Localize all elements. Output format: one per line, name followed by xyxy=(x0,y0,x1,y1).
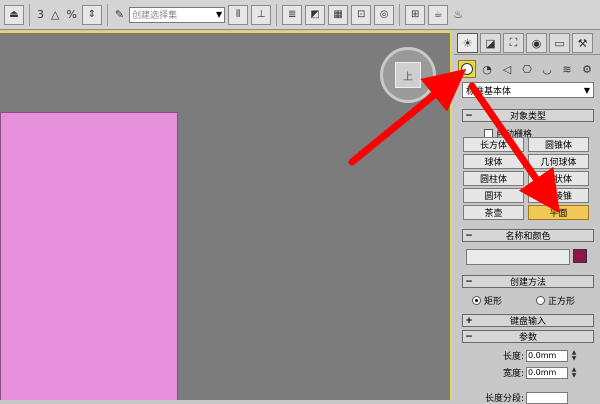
cylinder-button[interactable]: 圆柱体 xyxy=(463,171,524,186)
length-segs-input[interactable] xyxy=(526,391,568,404)
object-type-rollout-header[interactable]: − 对象类型 xyxy=(462,109,594,122)
cameras-icon[interactable]: ⎔ xyxy=(518,60,536,78)
chevron-down-icon: ▼ xyxy=(215,10,223,19)
shapes-icon[interactable]: ◔ xyxy=(478,60,496,78)
width-label: 宽度: xyxy=(502,369,524,379)
chevron-down-icon: ▼ xyxy=(583,85,590,95)
keyboard-entry-title: 键盘输入 xyxy=(509,317,546,327)
named-selection-text: 创建选择集 xyxy=(132,11,178,21)
pyramid-button[interactable]: 四棱锥 xyxy=(528,188,589,203)
teapot-button[interactable]: 茶壶 xyxy=(463,205,524,220)
spinner-snap-icon[interactable]: ⇕ xyxy=(81,4,102,25)
viewcube[interactable]: 上 xyxy=(380,47,436,103)
toolbar-separator xyxy=(106,3,108,26)
keyboard-entry-rollout-header[interactable]: + 键盘输入 xyxy=(462,314,594,327)
command-panel: ☀ ◪ ⛶ ◉ ▭ ⚒ ◔ ◁ ⎔ ◡ ≋ ⚙ 标准基本体 ▼ − 对象类型 自… xyxy=(454,31,600,404)
category-row: ◔ ◁ ⎔ ◡ ≋ ⚙ xyxy=(454,57,600,81)
motion-icon[interactable]: ◉ xyxy=(526,33,547,53)
plane-button[interactable]: 平面 xyxy=(528,205,589,220)
utilities-icon[interactable]: ⚒ xyxy=(572,33,593,53)
material-editor-icon[interactable]: ⊡ xyxy=(351,4,372,25)
top-viewport[interactable]: 上 xyxy=(0,31,452,400)
sphere-button[interactable]: 球体 xyxy=(463,154,524,169)
named-selection-dropdown[interactable]: 创建选择集 ▼ xyxy=(129,6,226,23)
layer-manager-icon[interactable]: ≣ xyxy=(282,4,303,25)
rectangle-radio[interactable]: 矩形 xyxy=(472,294,502,307)
length-segs-label: 长度分段: xyxy=(484,394,524,404)
creation-method-title: 创建方法 xyxy=(509,278,546,288)
hierarchy-icon[interactable]: ⛶ xyxy=(503,33,524,53)
lights-icon[interactable]: ◁ xyxy=(498,60,516,78)
object-category-value: 标准基本体 xyxy=(466,86,512,97)
expand-icon: + xyxy=(465,315,473,326)
helpers-icon[interactable]: ◡ xyxy=(538,60,556,78)
modify-icon[interactable]: ◪ xyxy=(480,33,501,53)
collapse-icon: − xyxy=(465,230,473,241)
spacewarps-icon[interactable]: ≋ xyxy=(558,60,576,78)
object-type-title: 对象类型 xyxy=(509,112,546,122)
percent-snap-icon[interactable]: % xyxy=(64,8,78,21)
toolbar-separator xyxy=(399,3,401,26)
rectangle-label: 矩形 xyxy=(484,297,503,307)
torus-button[interactable]: 圆环 xyxy=(463,188,524,203)
square-label: 正方形 xyxy=(548,297,576,307)
name-color-title: 名称和颜色 xyxy=(505,232,551,242)
main-toolbar: ⏏ 3 △ % ⇕ ✎ 创建选择集 ▼ ⫴ ⊥ ≣ ◩ ▦ ⊡ ◎ ⊞ ☕ ♨ xyxy=(0,0,600,30)
rendered-frame-icon[interactable]: ⊞ xyxy=(405,4,426,25)
select-object-icon[interactable]: ⏏ xyxy=(4,4,24,25)
length-row: 长度: 0.0mm ▲ ▼ xyxy=(484,349,578,362)
length-label: 长度: xyxy=(502,352,524,362)
cone-button[interactable]: 圆锥体 xyxy=(528,137,589,152)
viewcube-top-face[interactable]: 上 xyxy=(395,62,421,88)
create-icon[interactable]: ☀ xyxy=(457,33,478,53)
collapse-icon: − xyxy=(465,276,473,287)
systems-icon[interactable]: ⚙ xyxy=(578,60,596,78)
radio-icon xyxy=(536,296,545,305)
curve-editor-icon[interactable]: ◩ xyxy=(305,4,326,25)
display-icon[interactable]: ▭ xyxy=(549,33,570,53)
snap-3d-icon[interactable]: 3 xyxy=(35,8,46,21)
render-setup-icon[interactable]: ◎ xyxy=(374,4,395,25)
angle-snap-icon[interactable]: △ xyxy=(49,8,61,21)
name-color-rollout-header[interactable]: − 名称和颜色 xyxy=(462,229,594,242)
parameters-title: 参数 xyxy=(518,333,537,343)
render-iterative-icon[interactable]: ♨ xyxy=(451,8,465,21)
mirror-icon[interactable]: ⫴ xyxy=(228,4,249,25)
plane-object[interactable] xyxy=(0,112,178,400)
toolbar-separator xyxy=(29,3,30,26)
box-button[interactable]: 长方体 xyxy=(463,137,524,152)
collapse-icon: − xyxy=(465,331,473,342)
spinner-icon[interactable]: ▲ ▼ xyxy=(570,349,578,362)
parameters-rollout-header[interactable]: − 参数 xyxy=(462,330,594,343)
schematic-view-icon[interactable]: ▦ xyxy=(328,4,349,25)
spinner-icon[interactable]: ▲ ▼ xyxy=(570,366,578,379)
geometry-icon[interactable] xyxy=(458,60,476,78)
width-row: 宽度: 0.0mm ▲ ▼ xyxy=(484,366,578,379)
radio-icon xyxy=(472,296,481,305)
width-input[interactable]: 0.0mm xyxy=(526,366,568,379)
tube-button[interactable]: 管状体 xyxy=(528,171,589,186)
edit-named-selection-icon[interactable]: ✎ xyxy=(113,8,126,21)
geosphere-button[interactable]: 几何球体 xyxy=(528,154,589,169)
panel-tabs: ☀ ◪ ⛶ ◉ ▭ ⚒ xyxy=(454,31,600,55)
object-color-swatch[interactable] xyxy=(573,249,587,263)
align-icon[interactable]: ⊥ xyxy=(251,4,272,25)
collapse-icon: − xyxy=(465,110,473,121)
length-segs-row: 长度分段: xyxy=(468,391,568,404)
object-name-field[interactable] xyxy=(466,249,570,265)
toolbar-separator xyxy=(276,3,278,26)
object-category-dropdown[interactable]: 标准基本体 ▼ xyxy=(462,82,594,98)
render-production-icon[interactable]: ☕ xyxy=(428,4,449,25)
creation-method-rollout-header[interactable]: − 创建方法 xyxy=(462,275,594,288)
length-input[interactable]: 0.0mm xyxy=(526,349,568,362)
square-radio[interactable]: 正方形 xyxy=(536,294,575,307)
